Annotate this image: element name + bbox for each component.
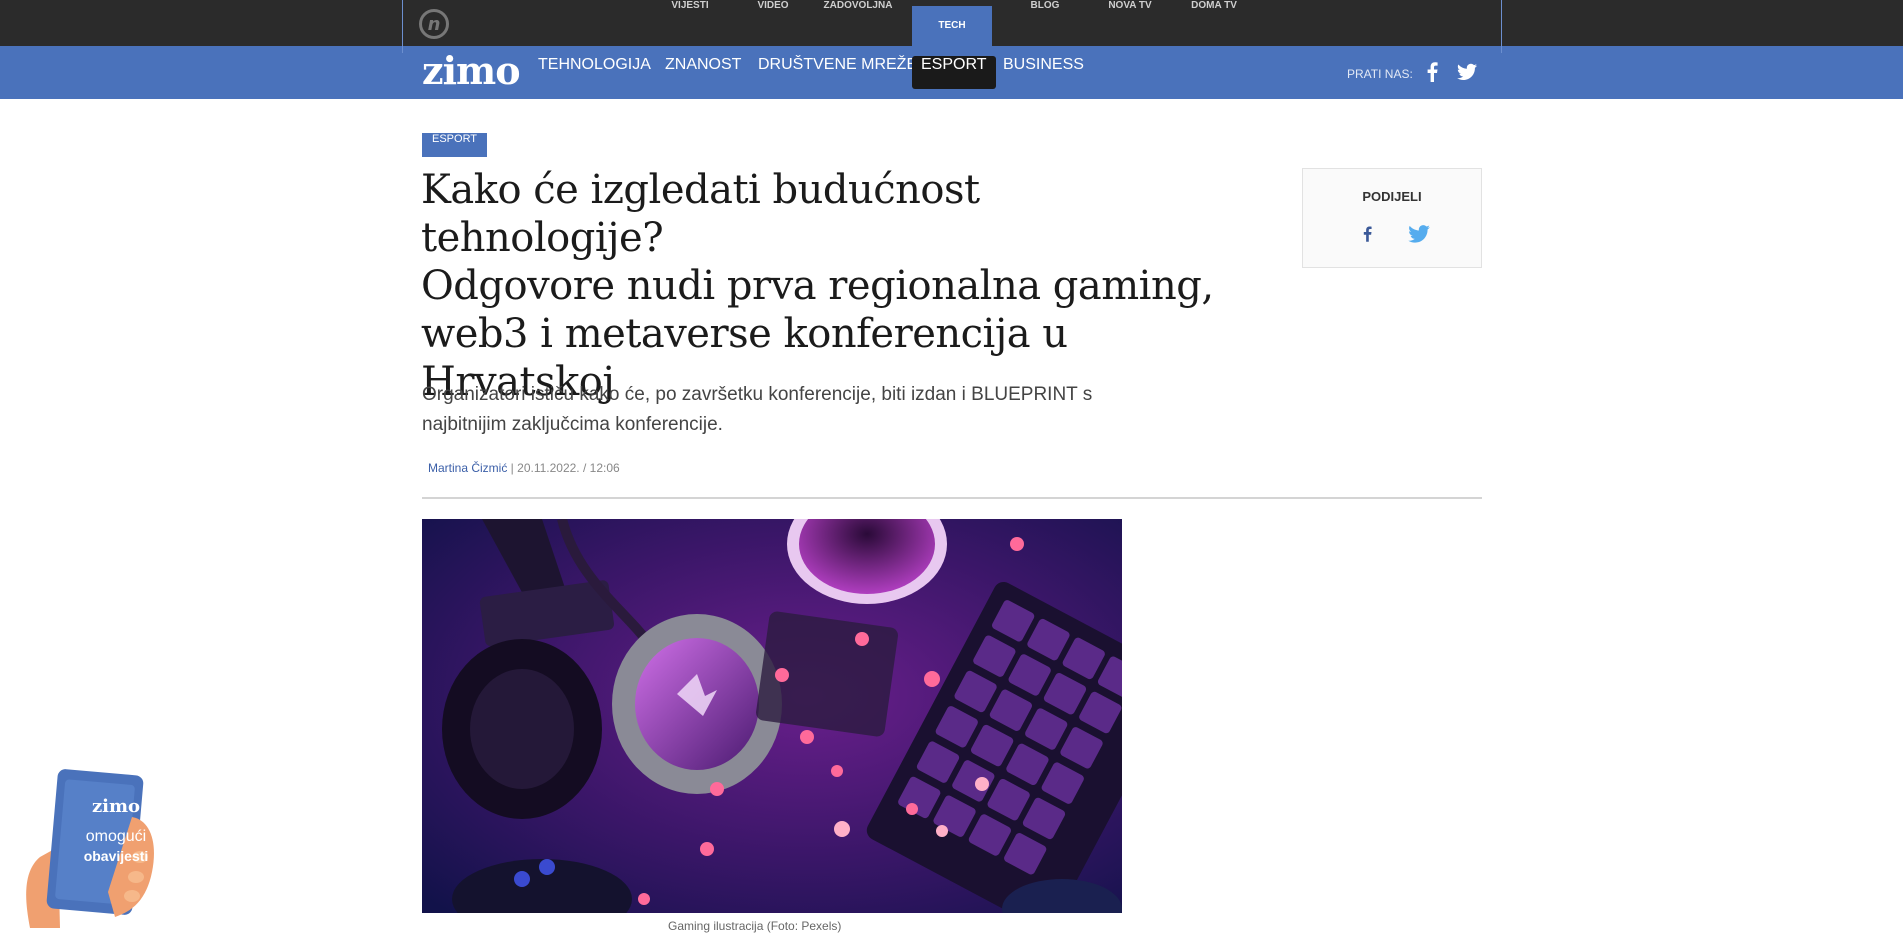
zimo-logo[interactable]: zimo <box>422 50 521 92</box>
follow-label: PRATI NAS: <box>1347 67 1413 81</box>
byline-separator: | <box>507 461 518 475</box>
headline-line: Kako će izgledati budućnost tehnologije? <box>421 167 980 261</box>
article-lead: Organizatori ističu kako će, po završetk… <box>422 380 1142 440</box>
lead-line: Organizatori ističu kako će, po završetk… <box>422 384 1093 405</box>
category-badge[interactable]: ESPORT <box>422 133 488 157</box>
nav-esport[interactable]: ESPORT <box>912 56 996 89</box>
facebook-icon[interactable] <box>1361 223 1375 245</box>
zimo-navbar-inner <box>402 0 1502 53</box>
headline-line: web3 i metaverse konferencija u <box>421 311 1068 357</box>
lead-line: najbitnijim zaključcima konferencije. <box>422 414 723 435</box>
image-caption: Gaming ilustracija (Foto: Pexels) <box>668 919 842 933</box>
facebook-icon[interactable] <box>1424 62 1442 82</box>
headline-line: Odgovore nudi prva regionalna gaming, <box>421 263 1214 309</box>
twitter-icon[interactable] <box>1457 62 1477 82</box>
gaming-illustration <box>422 519 1122 913</box>
notif-line1: omogući <box>85 828 147 845</box>
notif-line2: obavijesti <box>83 848 149 864</box>
notif-logo: zimo <box>91 796 141 817</box>
nav-business[interactable]: BUSINESS <box>1003 56 1084 89</box>
byline: Martina Čizmić | 20.11.2022. / 12:06 <box>428 461 620 475</box>
nav-drustvene-mreze[interactable]: DRUŠTVENE MREŽE <box>758 56 917 89</box>
author-link[interactable]: Martina Čizmić <box>428 461 507 475</box>
share-title: PODIJELI <box>1362 189 1422 204</box>
nav-znanost[interactable]: ZNANOST <box>665 56 741 89</box>
nav-tehnologija[interactable]: TEHNOLOGIJA <box>538 56 651 89</box>
enable-notifications-widget[interactable]: zimo omogući obavijesti <box>20 762 160 928</box>
twitter-icon[interactable] <box>1408 225 1430 243</box>
article-divider <box>422 497 1482 499</box>
hero-image[interactable] <box>422 519 1122 913</box>
share-box: PODIJELI <box>1302 168 1482 268</box>
article-headline: Kako će izgledati budućnost tehnologije?… <box>421 166 1221 406</box>
publish-date: 20.11.2022. / 12:06 <box>517 461 620 475</box>
